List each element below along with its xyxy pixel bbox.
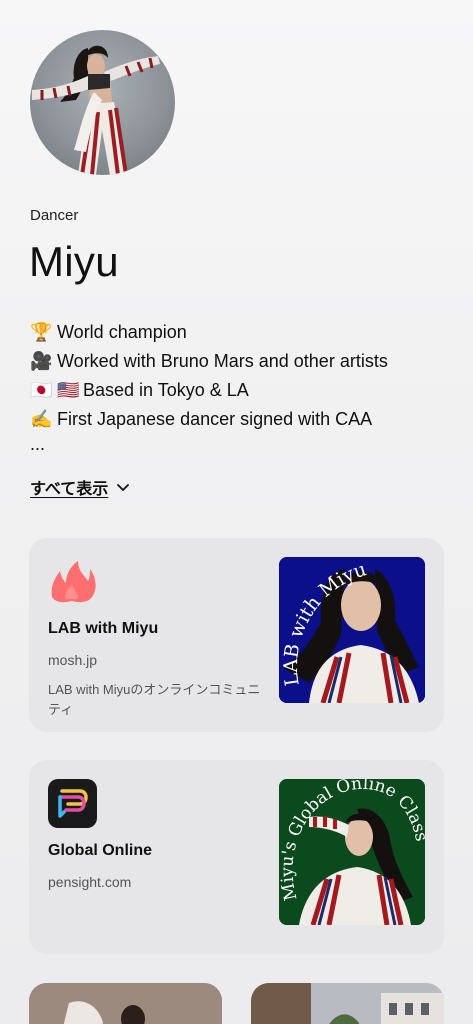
link-domain: pensight.com: [48, 874, 132, 890]
dancer-photo: [32, 45, 160, 175]
show-all-button[interactable]: すべて表示: [30, 475, 130, 499]
photo-card-image: [29, 983, 222, 1024]
photo-card-image: [251, 983, 444, 1024]
trophy-icon: 🏆: [30, 322, 53, 342]
link-title: Global Online: [48, 842, 153, 859]
speech-bubble-logo-icon: [48, 779, 97, 828]
link-card-lab[interactable]: LAB with Miyu mosh.jp LAB with Miyuのオンライ…: [29, 538, 444, 732]
profile-bio: 🏆 World champion 🎥 Worked with Bruno Mar…: [30, 318, 450, 454]
bio-text: Worked with Bruno Mars and other artists: [57, 351, 388, 371]
photo-card[interactable]: [251, 983, 444, 1024]
writing-hand-icon: ✍️: [30, 409, 53, 429]
profile-role: Dancer: [30, 207, 79, 224]
movie-camera-icon: 🎥: [30, 351, 53, 371]
avatar[interactable]: [30, 30, 175, 175]
photo-card[interactable]: [29, 983, 222, 1024]
flags-icon: 🇯🇵 🇺🇸: [30, 380, 80, 400]
show-all-label: すべて表示: [30, 481, 109, 498]
profile-page: Dancer Miyu 🏆 World champion 🎥 Worked wi…: [0, 0, 473, 1024]
bio-text: First Japanese dancer signed with CAA: [57, 409, 373, 429]
link-title: LAB with Miyu: [48, 620, 159, 637]
bio-ellipsis: ...: [30, 434, 46, 454]
lab-thumbnail-art: LAB with Miyu: [279, 557, 425, 703]
flame-logo-icon: [51, 561, 96, 603]
bio-line: 🇯🇵 🇺🇸 Based in Tokyo & LA: [30, 376, 450, 405]
bio-line: ✍️ First Japanese dancer signed with CAA: [30, 405, 450, 434]
link-domain: mosh.jp: [48, 652, 98, 668]
link-description: LAB with Miyuのオンラインコミュニティ: [48, 682, 261, 717]
link-card-global-online[interactable]: Global Online pensight.com Miyu's Global…: [29, 760, 444, 954]
profile-name: Miyu: [29, 238, 119, 285]
bio-text: World champion: [57, 322, 187, 342]
global-thumbnail-art: Miyu's Global Online Class: [279, 779, 425, 925]
bio-line: 🎥 Worked with Bruno Mars and other artis…: [30, 347, 450, 376]
link-thumbnail: LAB with Miyu: [279, 557, 425, 703]
link-thumbnail: Miyu's Global Online Class: [279, 779, 425, 925]
chevron-down-icon: [117, 484, 130, 491]
bio-text: Based in Tokyo & LA: [83, 380, 249, 400]
bio-line: 🏆 World champion: [30, 318, 450, 347]
